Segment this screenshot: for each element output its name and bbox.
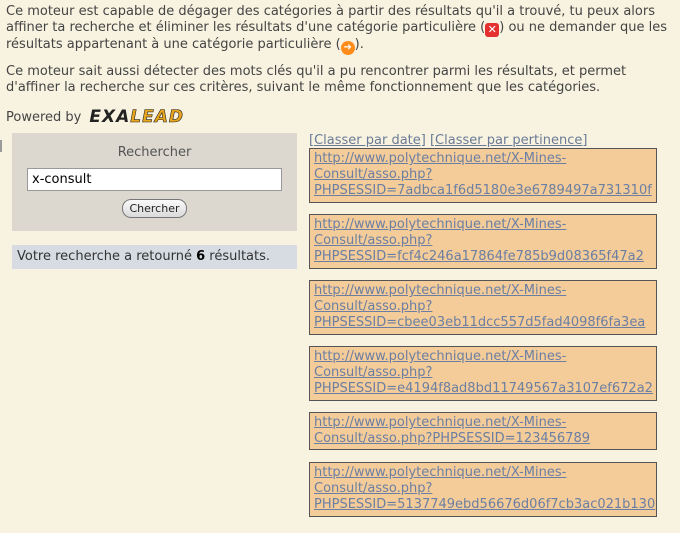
keywords-paragraph: Ce moteur sait aussi détecter des mots c… bbox=[6, 64, 627, 95]
powered-by-label: Powered by bbox=[6, 109, 82, 125]
result-item: http://www.polytechnique.net/X-Mines- Co… bbox=[309, 148, 657, 203]
result-item: http://www.polytechnique.net/X-Mines- Co… bbox=[309, 214, 657, 269]
include-category-icon: ➜ bbox=[340, 41, 355, 55]
results-count: Votre recherche a retourné 6 résultats. bbox=[12, 245, 297, 269]
result-link[interactable]: http://www.polytechnique.net/X-Mines- Co… bbox=[314, 283, 652, 331]
search-title: Rechercher bbox=[117, 145, 192, 160]
result-link[interactable]: http://www.polytechnique.net/X-Mines- Co… bbox=[314, 217, 652, 265]
results-count-suffix: résultats. bbox=[205, 249, 271, 264]
result-item: http://www.polytechnique.net/X-Mines- Co… bbox=[309, 412, 657, 450]
search-input[interactable] bbox=[27, 168, 282, 191]
result-link[interactable]: http://www.polytechnique.net/X-Mines- Co… bbox=[314, 151, 652, 199]
logo-part-lead: LEAD bbox=[130, 107, 184, 128]
search-button[interactable]: Chercher bbox=[122, 199, 187, 218]
sort-by-date-link[interactable]: [Classer par date] bbox=[309, 133, 426, 148]
sort-links: [Classer par date] [Classer par pertinen… bbox=[309, 133, 587, 148]
sort-by-relevance-link[interactable]: [Classer par pertinence] bbox=[430, 133, 587, 148]
result-item: http://www.polytechnique.net/X-Mines- Co… bbox=[309, 462, 657, 517]
result-item: http://www.polytechnique.net/X-Mines- Co… bbox=[309, 346, 657, 401]
result-link[interactable]: http://www.polytechnique.net/X-Mines- Co… bbox=[314, 349, 653, 397]
exclude-category-icon: ✕ bbox=[485, 23, 500, 37]
left-edge-marker bbox=[0, 140, 2, 152]
results-count-number: 6 bbox=[196, 249, 206, 264]
intro-paragraph: Ce moteur est capable de dégager des cat… bbox=[6, 4, 674, 55]
intro-text-3: ). bbox=[354, 37, 364, 52]
results-count-prefix: Votre recherche a retourné bbox=[17, 249, 197, 264]
result-item: http://www.polytechnique.net/X-Mines- Co… bbox=[309, 280, 657, 335]
logo-part-exa: EXA bbox=[89, 107, 131, 127]
exalead-logo[interactable]: EXALEAD bbox=[89, 107, 184, 128]
powered-by: Powered by EXALEAD bbox=[6, 107, 184, 128]
result-link[interactable]: http://www.polytechnique.net/X-Mines- Co… bbox=[314, 465, 655, 513]
search-panel: Rechercher Chercher bbox=[12, 133, 297, 231]
result-link[interactable]: http://www.polytechnique.net/X-Mines- Co… bbox=[314, 415, 652, 447]
